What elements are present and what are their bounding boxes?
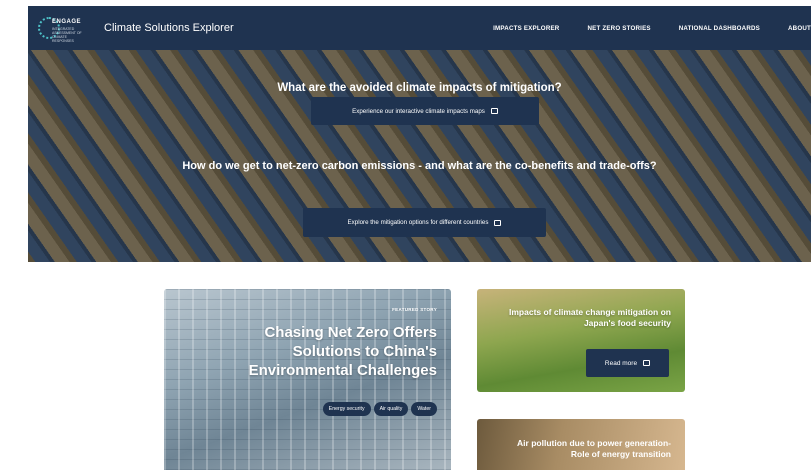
site-title[interactable]: Climate Solutions Explorer	[104, 22, 234, 34]
nav-about[interactable]: ABOUT	[788, 25, 811, 32]
japan-food-security-card[interactable]: Impacts of climate change mitigation on …	[477, 289, 685, 392]
nav-impacts-explorer[interactable]: IMPACTS EXPLORER	[493, 25, 559, 32]
engage-logo[interactable]: ENGAGE INTEGRATED ASSESSMENT OF CLIMATE …	[38, 13, 90, 43]
map-icon	[490, 108, 498, 114]
impacts-maps-button[interactable]: Experience our interactive climate impac…	[311, 97, 539, 125]
read-more-label: Read more	[604, 359, 638, 367]
featured-story-card[interactable]: FEATURED STORY Chasing Net Zero Offers S…	[164, 289, 451, 470]
mitigation-options-button[interactable]: Explore the mitigation options for diffe…	[303, 208, 546, 237]
japan-card-title[interactable]: Impacts of climate change mitigation on …	[501, 307, 671, 329]
story-tags: Energy security Air quality Water	[322, 402, 437, 416]
main-menu: IMPACTS EXPLORER NET ZERO STORIES NATION…	[465, 25, 811, 32]
tag-energy-security[interactable]: Energy security	[322, 402, 371, 416]
nav-net-zero-stories[interactable]: NET ZERO STORIES	[587, 25, 650, 32]
air-card-title[interactable]: Air pollution due to power generation-Ro…	[501, 438, 671, 460]
air-pollution-card[interactable]: Air pollution due to power generation-Ro…	[477, 419, 685, 470]
nav-national-dashboards[interactable]: NATIONAL DASHBOARDS	[679, 25, 760, 32]
hero-question-impacts: What are the avoided climate impacts of …	[277, 82, 562, 94]
hero-question-net-zero: How do we get to net-zero carbon emissio…	[182, 160, 657, 172]
tag-air-quality[interactable]: Air quality	[373, 402, 409, 416]
book-icon	[494, 219, 502, 226]
hero-banner: What are the avoided climate impacts of …	[28, 50, 811, 262]
impacts-maps-button-label: Experience our interactive climate impac…	[352, 107, 485, 115]
featured-story-badge: FEATURED STORY	[392, 307, 437, 312]
top-navigation-bar: ENGAGE INTEGRATED ASSESSMENT OF CLIMATE …	[28, 6, 811, 50]
logo-subtitle: INTEGRATED ASSESSMENT OF CLIMATE RESPONS…	[52, 27, 82, 43]
book-icon	[643, 360, 651, 366]
tag-water[interactable]: Water	[411, 402, 437, 416]
logo-title: ENGAGE	[52, 19, 82, 25]
mitigation-options-button-label: Explore the mitigation options for diffe…	[347, 219, 489, 226]
featured-story-title[interactable]: Chasing Net Zero Offers Solutions to Chi…	[197, 323, 437, 380]
read-more-button[interactable]: Read more	[586, 349, 669, 377]
